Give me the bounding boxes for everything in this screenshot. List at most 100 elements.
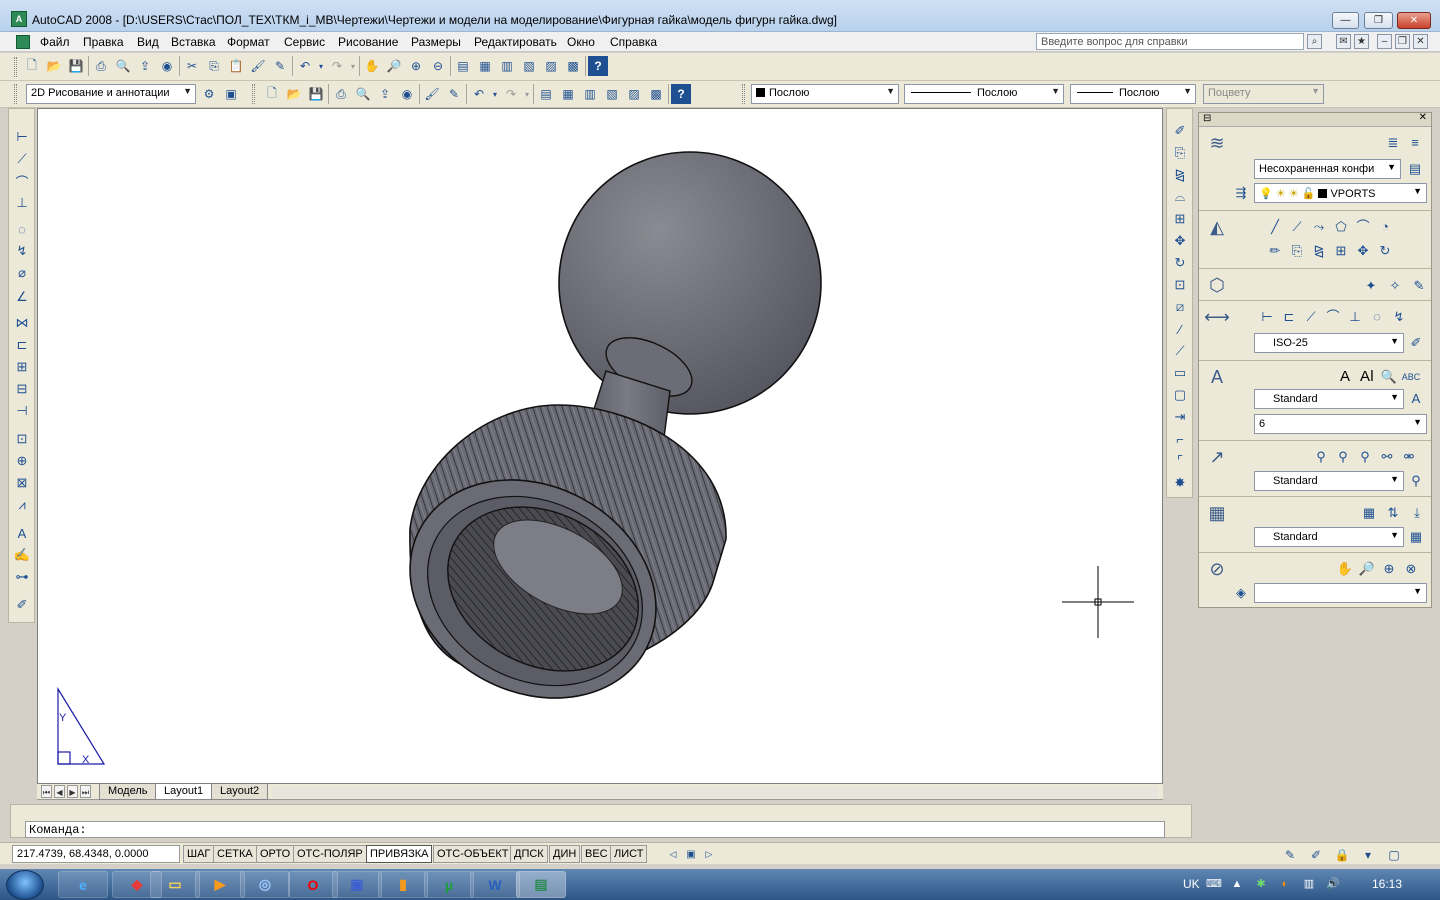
scale-icon[interactable]: ⊡ [1169, 275, 1191, 295]
insert-block-icon[interactable]: ✧ [1385, 276, 1405, 296]
favorites-icon[interactable]: ★ [1354, 34, 1369, 49]
utorrent-icon[interactable]: µ [424, 871, 474, 898]
internet-explorer-icon[interactable]: e [58, 871, 108, 898]
keyboard-icon[interactable]: ⌨ [1206, 877, 1222, 891]
table-update-icon[interactable]: ⤓ [1407, 503, 1427, 523]
dim-linear-icon[interactable]: ⊢ [1257, 307, 1277, 327]
dim-text-edit-icon[interactable]: ✍ [11, 545, 33, 565]
lwt-toggle[interactable]: ВЕС [581, 845, 612, 863]
plotstyle-control-select[interactable]: Поцвету ▼ [1203, 84, 1324, 104]
open-file-icon[interactable]: 📂 [44, 56, 64, 76]
inspection-icon[interactable]: ⊠ [11, 473, 33, 493]
fillet-icon[interactable]: ⌜ [1169, 451, 1191, 471]
dim-edit-icon[interactable]: A [11, 523, 33, 543]
array-icon[interactable]: ⊞ [1331, 241, 1351, 261]
layer-state-manager-icon[interactable]: ▤ [1405, 159, 1425, 179]
close-button[interactable]: ✕ [1397, 12, 1431, 29]
help-icon[interactable]: ? [588, 56, 608, 76]
polar-toggle[interactable]: ОТС-ПОЛЯР [293, 845, 367, 863]
prev-viewport-icon[interactable]: ◁ [666, 846, 680, 863]
layer-properties-icon[interactable]: ≣ [1383, 133, 1403, 153]
hatch-icon[interactable]: ✏ [1265, 241, 1285, 261]
text-style-manager-icon[interactable]: A [1406, 389, 1426, 409]
redo-icon[interactable]: ↷ [327, 56, 347, 76]
multileader-panel-icon[interactable]: ↗ [1204, 447, 1230, 469]
center-mark-icon[interactable]: ⊕ [11, 451, 33, 471]
linear-dim-icon[interactable]: ⊢ [11, 127, 33, 147]
redo-dropdown-icon[interactable]: ▾ [349, 56, 357, 76]
annotation-scale-icon[interactable]: ✎ [1280, 845, 1300, 865]
ordinate-dim-icon[interactable]: ⊥ [11, 193, 33, 213]
text-height-select[interactable]: 6 ▼ [1254, 414, 1427, 434]
command-input[interactable]: Команда: [25, 821, 1165, 838]
mirror-icon[interactable]: ⧎ [1169, 165, 1191, 185]
block-editor-icon[interactable]: ✎ [270, 56, 290, 76]
lineweight-control-select[interactable]: Послою ▼ [1070, 84, 1196, 104]
extend-icon[interactable]: ⟋ [1169, 341, 1191, 361]
toolbar-grip[interactable] [14, 84, 17, 104]
palette-collapse-icon[interactable]: ⊟ [1203, 113, 1211, 124]
calculator-icon[interactable]: ▩ [563, 56, 583, 76]
menu-file[interactable]: Файл [40, 35, 70, 49]
publish-icon[interactable]: ⇪ [135, 56, 155, 76]
save-icon[interactable]: 💾 [306, 84, 326, 104]
app-icon[interactable]: ◎ [240, 871, 290, 898]
text-panel-icon[interactable]: A [1204, 367, 1230, 389]
dim-style-select[interactable]: ISO-25 ▼ [1254, 333, 1404, 353]
sheet-set-icon[interactable]: ▧ [602, 84, 622, 104]
move-icon[interactable]: ✥ [1353, 241, 1373, 261]
zoom-previous-icon[interactable]: ⊖ [428, 56, 448, 76]
multiline-text-icon[interactable]: Aǀ [1357, 367, 1377, 387]
menu-tools[interactable]: Сервис [284, 35, 325, 49]
layers-panel-icon[interactable]: ≋ [1204, 133, 1230, 155]
next-tab-button[interactable]: ▶ [67, 785, 78, 798]
text-style-select[interactable]: Standard ▼ [1254, 389, 1404, 409]
properties-icon[interactable]: ▤ [453, 56, 473, 76]
cut-icon[interactable]: ✂ [182, 56, 202, 76]
undo-icon[interactable]: ↶ [295, 56, 315, 76]
single-line-text-icon[interactable]: A [1335, 367, 1355, 387]
menu-modify[interactable]: Редактировать [474, 35, 557, 49]
multileader-icon[interactable]: ⚲ [1311, 447, 1331, 467]
zoom-realtime-icon[interactable]: 🔎 [384, 56, 404, 76]
palette-header[interactable]: ⊟ ✕ [1199, 112, 1431, 127]
workspace-select[interactable]: 2D Рисование и аннотации ▼ [26, 84, 196, 104]
line-icon[interactable]: ╱ [1265, 217, 1285, 237]
tray-browser-icon[interactable]: ◐ [1278, 877, 1292, 891]
3d-dwf-icon[interactable]: ◉ [397, 84, 417, 104]
paper-toggle[interactable]: ЛИСТ [610, 845, 648, 863]
toolbar-lock-icon[interactable]: 🔒 [1332, 845, 1352, 865]
array-icon[interactable]: ⊞ [1169, 209, 1191, 229]
menu-draw[interactable]: Рисование [338, 35, 398, 49]
snap-toggle[interactable]: ШАГ [183, 845, 215, 863]
polygon-icon[interactable]: ⬠ [1331, 217, 1351, 237]
dyn-toggle[interactable]: ДИН [549, 845, 581, 863]
find-text-icon[interactable]: 🔍 [1379, 367, 1399, 387]
chamfer-icon[interactable]: ⌐ [1169, 429, 1191, 449]
offset-icon[interactable]: ⌓ [1169, 187, 1191, 207]
horizontal-scrollbar[interactable] [272, 786, 1158, 798]
otrack-toggle[interactable]: ОТС-ОБЪЕКТ [433, 845, 513, 863]
join-icon[interactable]: ⇥ [1169, 407, 1191, 427]
menu-edit[interactable]: Правка [83, 35, 124, 49]
zoom-window-icon[interactable]: ⊕ [406, 56, 426, 76]
redo-dropdown-icon[interactable]: ▾ [523, 84, 531, 104]
3d-dwf-icon[interactable]: ◉ [157, 56, 177, 76]
spell-check-icon[interactable]: ABC [1401, 367, 1421, 387]
explode-icon[interactable]: ✸ [1169, 473, 1191, 493]
dim-style-manager-icon[interactable]: ✐ [1406, 333, 1426, 353]
quick-dim-icon[interactable]: ⋈ [11, 313, 33, 333]
start-button[interactable] [6, 870, 44, 900]
calculator-icon[interactable]: ▩ [646, 84, 666, 104]
circle-icon[interactable]: ◔ [1375, 217, 1395, 237]
autocad-app-icon[interactable]: A [11, 11, 27, 27]
mirror-icon[interactable]: ⧎ [1309, 241, 1329, 261]
plot-icon[interactable]: ⎙ [91, 56, 111, 76]
new-file-icon[interactable]: 🗋 [22, 56, 42, 76]
block-panel-icon[interactable]: ⬡ [1204, 275, 1230, 297]
network-icon[interactable]: ▥ [1302, 877, 1316, 891]
menu-insert[interactable]: Вставка [171, 35, 216, 49]
search-icon[interactable]: ⌕ [1307, 34, 1322, 49]
autocad-task-icon[interactable]: ▤ [516, 871, 566, 898]
named-view-select[interactable]: ▼ [1254, 583, 1427, 603]
